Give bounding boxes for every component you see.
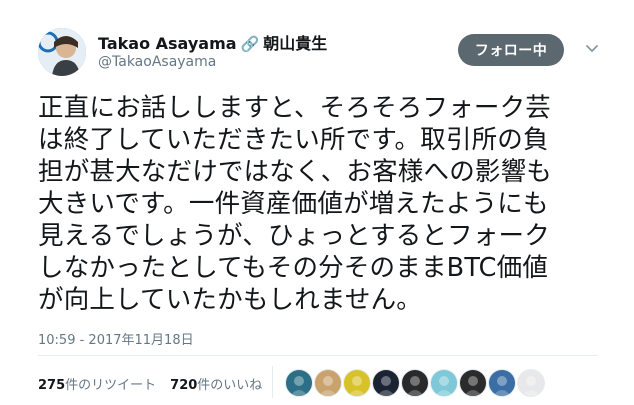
retweet-label: 件のリツイート bbox=[65, 378, 157, 393]
tweet-text: 正直にお話ししますと、そろそろフォーク芸 は終了していただきたい所です。取引所の… bbox=[38, 92, 598, 316]
tweet-text-line: が向上していたかもしれません。 bbox=[38, 285, 422, 315]
liker-avatar-1[interactable] bbox=[285, 369, 313, 397]
liker-avatar-3[interactable] bbox=[343, 369, 371, 397]
author-kanji-name[interactable]: 朝山貴生 bbox=[263, 34, 327, 53]
author-avatar[interactable] bbox=[38, 28, 86, 76]
like-label: 件のいいね bbox=[197, 378, 263, 393]
link-icon: 🔗 bbox=[240, 35, 260, 53]
author-name-line[interactable]: Takao Asayama 🔗 朝山貴生 bbox=[98, 30, 327, 54]
retweet-count: 275 bbox=[38, 378, 66, 393]
liker-avatar-2[interactable] bbox=[314, 369, 342, 397]
tweet-text-line: は終了していただきたい所です。取引所の負 bbox=[38, 125, 549, 155]
tweet-timestamp[interactable]: 10:59 - 2017年11月18日 bbox=[38, 329, 194, 348]
chevron-down-icon[interactable] bbox=[584, 40, 600, 56]
liker-avatar-6[interactable] bbox=[430, 369, 458, 397]
divider bbox=[38, 355, 598, 356]
tweet-header: Takao Asayama 🔗 朝山貴生 @TakaoAsayama フォロー中 bbox=[38, 28, 634, 78]
author-handle[interactable]: @TakaoAsayama bbox=[98, 54, 216, 70]
liker-avatar-8[interactable] bbox=[488, 369, 516, 397]
tweet-text-line: 見えるでしょうが、ひょっとするとフォーク bbox=[38, 221, 550, 251]
like-count: 720 bbox=[170, 378, 198, 393]
author-display-name[interactable]: Takao Asayama bbox=[98, 34, 237, 53]
stats-separator bbox=[272, 366, 273, 398]
tweet-text-line: しなかったとしてもその分そのままBTC価値 bbox=[38, 253, 549, 283]
tweet-stats: 275件のリツイート 720件のいいね bbox=[38, 374, 262, 393]
tweet-text-line: 正直にお話ししますと、そろそろフォーク芸 bbox=[38, 93, 551, 123]
liker-avatar-5[interactable] bbox=[401, 369, 429, 397]
liker-avatar-4[interactable] bbox=[372, 369, 400, 397]
liker-avatar-9[interactable] bbox=[517, 369, 545, 397]
retweet-stat[interactable]: 275件のリツイート bbox=[38, 378, 156, 393]
tweet-text-line: 担が甚大なだけではなく、お客様への影響も bbox=[38, 157, 553, 187]
like-stat[interactable]: 720件のいいね bbox=[170, 378, 262, 393]
tweet-text-line: 大きいです。一件資産価値が増えたようにも bbox=[38, 189, 549, 219]
following-button[interactable]: フォロー中 bbox=[458, 34, 564, 66]
liker-avatar-7[interactable] bbox=[459, 369, 487, 397]
